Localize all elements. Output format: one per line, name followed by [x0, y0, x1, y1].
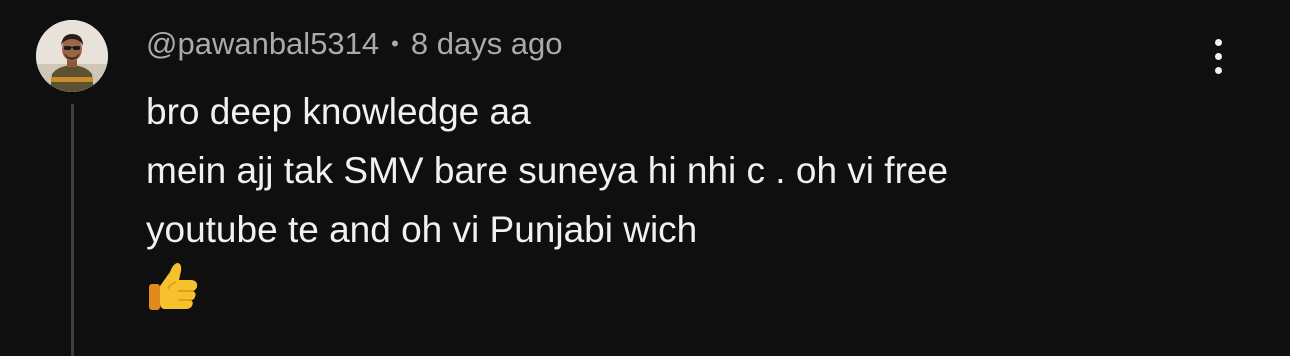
more-vertical-icon [1214, 66, 1222, 74]
avatar-photo [36, 20, 108, 92]
comment-meta: @pawanbal5314 • 8 days ago [146, 24, 563, 64]
comment-item: @pawanbal5314 • 8 days ago bro deep know… [0, 0, 1290, 356]
more-vertical-icon [1214, 38, 1222, 46]
comment-author[interactable]: @pawanbal5314 [146, 26, 379, 62]
comment-text-line: mein ajj tak SMV bare suneya hi nhi c . … [146, 150, 949, 191]
comment-text-line: youtube te and oh vi Punjabi wich [146, 209, 698, 250]
reply-thread-line [71, 104, 74, 356]
comment-timestamp[interactable]: 8 days ago [411, 26, 563, 62]
comment-text: bro deep knowledge aa mein ajj tak SMV b… [146, 82, 1146, 259]
avatar[interactable] [36, 20, 108, 92]
comment-text-line: bro deep knowledge aa [146, 91, 531, 132]
thumbs-up-emoji-icon [146, 258, 202, 314]
more-vertical-icon [1214, 52, 1222, 60]
meta-separator: • [391, 31, 399, 56]
more-options-button[interactable] [1198, 36, 1238, 76]
